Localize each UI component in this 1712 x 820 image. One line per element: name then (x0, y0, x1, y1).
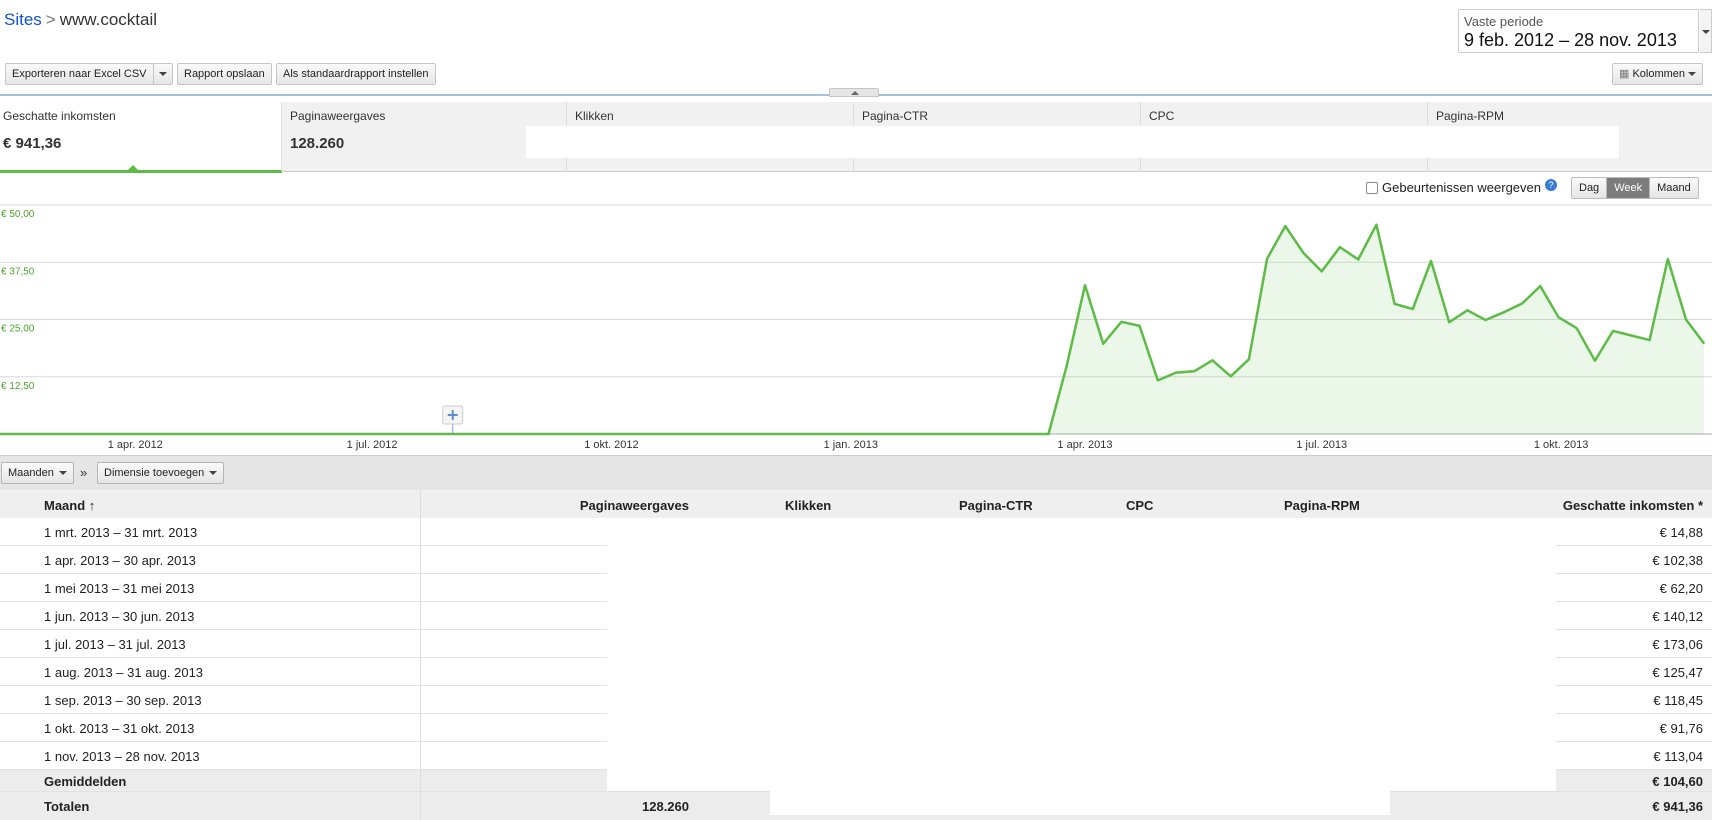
columns-label: Kolommen (1632, 68, 1686, 80)
row-earnings: € 140,12 (1652, 609, 1703, 624)
row-earnings: € 62,20 (1659, 581, 1703, 596)
period-label: Maanden (8, 467, 54, 479)
averages-label: Gemiddelden (44, 774, 127, 789)
show-events-label: Gebeurtenissen weergeven (1382, 180, 1541, 195)
row-earnings: € 125,47 (1652, 665, 1703, 680)
redaction-block (770, 791, 1390, 815)
metric-value: 128.260 (290, 135, 345, 152)
row-month: 1 sep. 2013 – 30 sep. 2013 (44, 693, 202, 708)
y-tick-label: € 37,50 (1, 266, 35, 277)
set-default-report-button[interactable]: Als standaardrapport instellen (276, 63, 436, 85)
granularity-day-button[interactable]: Dag (1572, 178, 1608, 198)
row-month: 1 okt. 2013 – 31 okt. 2013 (44, 721, 195, 736)
show-events-checkbox[interactable] (1366, 181, 1378, 194)
averages-earnings: € 104,60 (1652, 774, 1703, 789)
add-dimension-label: Dimensie toevoegen (104, 467, 205, 479)
help-icon[interactable]: ? (1545, 178, 1557, 191)
totals-earnings: € 941,36 (1652, 799, 1703, 814)
x-tick-label: 1 jul. 2012 (347, 439, 398, 451)
column-header-page-rpm[interactable]: Pagina-RPM (1284, 498, 1360, 513)
chevron-down-icon (209, 471, 218, 476)
row-month: 1 apr. 2013 – 30 apr. 2013 (44, 553, 196, 568)
add-dimension-dropdown[interactable]: Dimensie toevoegen (97, 462, 225, 484)
row-month: 1 mrt. 2013 – 31 mrt. 2013 (44, 525, 198, 540)
date-range-value: 9 feb. 2012 – 28 nov. 2013 (1464, 30, 1677, 50)
save-report-button[interactable]: Rapport opslaan (177, 63, 272, 85)
breadcrumb-sites-link[interactable]: Sites (4, 10, 42, 29)
metric-label: CPC (1149, 109, 1175, 123)
y-tick-label: € 25,00 (1, 324, 35, 335)
x-tick-label: 1 jan. 2013 (824, 439, 878, 451)
column-header-cpc[interactable]: CPC (1126, 498, 1153, 513)
granularity-month-button[interactable]: Maand (1650, 178, 1698, 198)
row-earnings: € 91,76 (1659, 721, 1703, 736)
breadcrumb: Sites > www.cocktail (4, 10, 157, 30)
date-range-dropdown-button[interactable] (1700, 9, 1712, 53)
row-month: 1 jul. 2013 – 31 jul. 2013 (44, 637, 186, 652)
column-header-pageviews[interactable]: Paginaweergaves (580, 498, 689, 513)
column-header-clicks[interactable]: Klikken (785, 498, 831, 513)
earnings-chart: € 12,50 € 25,00 € 37,50 € 50,00 1 apr. 2012 1… (0, 204, 1712, 451)
period-dropdown[interactable]: Maanden (1, 462, 74, 484)
x-tick-label: 1 apr. 2012 (108, 439, 163, 451)
totals-pageviews: 128.260 (642, 799, 689, 814)
granularity-selector: Dag Week Maand (1571, 177, 1699, 199)
row-month: 1 mei 2013 – 31 mei 2013 (44, 581, 195, 596)
row-month: 1 nov. 2013 – 28 nov. 2013 (44, 749, 200, 764)
row-month: 1 aug. 2013 – 31 aug. 2013 (44, 665, 204, 680)
column-header-estimated-earnings[interactable]: Geschatte inkomsten * (1563, 498, 1703, 513)
show-events-toggle[interactable]: Gebeurtenissen weergeven ? (1366, 178, 1557, 195)
redaction-block (607, 518, 1556, 791)
y-tick-label: € 12,50 (1, 381, 35, 392)
redaction-block (526, 126, 1619, 158)
y-tick-label: € 50,00 (1, 209, 35, 220)
redaction-block (158, 2, 398, 42)
totals-label: Totalen (44, 799, 90, 814)
metric-label: Geschatte inkomsten (3, 109, 116, 123)
chevron-down-icon (58, 471, 67, 476)
breadcrumb-current-site: www.cocktail (59, 10, 158, 29)
metric-tab-estimated-earnings[interactable]: Geschatte inkomsten € 941,36 (0, 102, 282, 173)
metric-label: Paginaweergaves (290, 109, 386, 123)
table-header: Maand ↑ Paginaweergaves Klikken Pagina-C… (0, 490, 1712, 518)
save-report-label: Rapport opslaan (184, 68, 265, 80)
x-tick-label: 1 jul. 2013 (1296, 439, 1347, 451)
set-default-report-label: Als standaardrapport instellen (283, 68, 429, 80)
chevron-down-icon (1688, 72, 1697, 77)
x-tick-label: 1 okt. 2012 (584, 439, 638, 451)
granularity-week-button[interactable]: Week (1607, 178, 1651, 198)
column-header-month[interactable]: Maand ↑ (44, 498, 95, 513)
chevron-down-icon (159, 72, 167, 77)
metric-label: Klikken (575, 109, 614, 123)
columns-button[interactable]: ▦ Kolommen (1612, 63, 1704, 85)
row-earnings: € 102,38 (1652, 553, 1703, 568)
column-divider (420, 490, 421, 820)
row-earnings: € 113,04 (1653, 749, 1703, 764)
export-csv-button[interactable]: Exporteren naar Excel CSV (5, 63, 154, 85)
x-tick-label: 1 okt. 2013 (1534, 439, 1588, 451)
row-earnings: € 118,45 (1653, 693, 1703, 708)
metric-tab-pageviews[interactable]: Paginaweergaves 128.260 (282, 102, 567, 172)
x-tick-label: 1 apr. 2013 (1057, 439, 1112, 451)
metric-value: € 941,36 (3, 135, 62, 152)
row-earnings: € 173,06 (1652, 637, 1703, 652)
dimension-bar: Maanden » Dimensie toevoegen (0, 455, 1712, 490)
date-range-label: Vaste periode (1464, 14, 1544, 29)
series-area (0, 224, 1705, 434)
columns-icon: ▦ (1619, 68, 1633, 80)
collapse-chart-handle[interactable] (829, 88, 879, 97)
date-range-picker[interactable]: Vaste periode 9 feb. 2012 – 28 nov. 2013 (1458, 9, 1699, 53)
export-csv-label: Exporteren naar Excel CSV (12, 68, 147, 80)
row-month: 1 jun. 2013 – 30 jun. 2013 (44, 609, 195, 624)
metric-label: Pagina-RPM (1436, 109, 1505, 123)
column-header-page-ctr[interactable]: Pagina-CTR (959, 498, 1033, 513)
row-earnings: € 14,88 (1659, 525, 1703, 540)
metric-label: Pagina-CTR (862, 109, 929, 123)
active-tab-pointer (127, 165, 139, 171)
breadcrumb-separator: > (45, 10, 56, 29)
dimension-separator: » (80, 465, 88, 480)
export-dropdown-button[interactable] (153, 63, 173, 85)
